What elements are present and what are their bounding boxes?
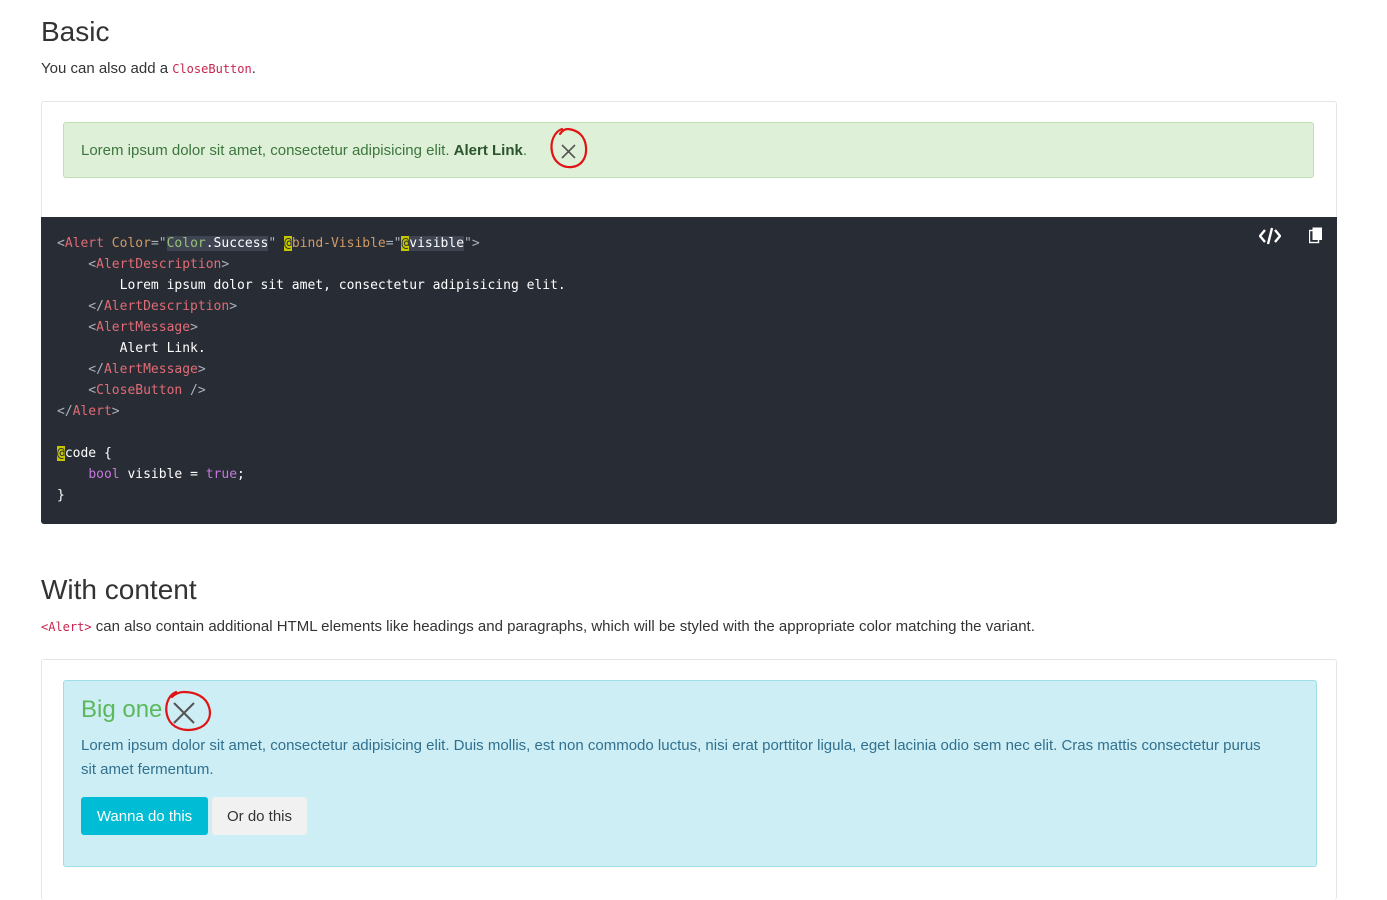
info-alert: Big one Lorem ipsum dolor sit amet, cons…	[63, 680, 1317, 867]
copy-icon[interactable]	[1309, 227, 1323, 244]
code-token: @	[57, 446, 65, 461]
code-token: </	[57, 404, 73, 419]
code-token: </	[57, 299, 104, 314]
alert-heading: Big one	[81, 696, 163, 723]
code-line: Alert Link.	[57, 338, 566, 359]
code-token: >	[229, 299, 238, 314]
code-token: Alert Link.	[57, 341, 206, 356]
wanna-do-this-button[interactable]: Wanna do this	[81, 797, 208, 835]
code-line: }	[57, 485, 566, 506]
code-token: Alert	[72, 404, 112, 419]
code-token: .Success	[205, 236, 269, 251]
code-token: @	[284, 236, 292, 251]
code-line: </AlertMessage>	[57, 359, 566, 380]
code-token: </	[57, 362, 104, 377]
section-description-basic: You can also add a CloseButton.	[41, 59, 256, 79]
example-preview-with-content: Big one Lorem ipsum dolor sit amet, cons…	[41, 659, 1337, 900]
code-token: AlertDescription	[103, 299, 230, 314]
code-line: bool visible = true;	[57, 464, 566, 485]
section-title-with-content: With content	[41, 574, 197, 605]
code-token: ="	[150, 236, 167, 251]
code-token: ;	[237, 467, 245, 482]
or-do-this-button[interactable]: Or do this	[212, 797, 307, 835]
code-token: >	[111, 404, 120, 419]
code-token: >	[190, 320, 198, 335]
alert-link-period: .	[522, 142, 528, 159]
code-token: <	[57, 236, 65, 251]
code-block-basic: <Alert Color="Color.Success" @bind-Visib…	[41, 217, 1337, 524]
code-token: />	[182, 383, 206, 398]
desc-prefix: You can also add a	[41, 60, 173, 77]
success-alert: Lorem ipsum dolor sit amet, consectetur …	[63, 122, 1314, 178]
code-token: bind-Visible	[291, 236, 386, 251]
code-token: ="	[385, 236, 402, 251]
code-token: <	[57, 257, 97, 272]
code-line: </Alert>	[57, 401, 566, 422]
code-line: <AlertMessage>	[57, 317, 566, 338]
code-line: </AlertDescription>	[57, 296, 566, 317]
alert-description: Lorem ipsum dolor sit amet, consectetur …	[81, 142, 454, 159]
code-token: Alert	[64, 236, 104, 251]
code-token: visible	[409, 236, 465, 251]
code-token: true	[205, 467, 238, 482]
code-token: AlertMessage	[96, 320, 191, 335]
code-token: <	[57, 320, 97, 335]
code-line: <CloseButton />	[57, 380, 566, 401]
section-title-basic: Basic	[41, 16, 110, 47]
alert-link[interactable]: Alert Link	[454, 142, 523, 159]
alert-message: Lorem ipsum dolor sit amet, consectetur …	[81, 142, 527, 159]
desc-text: can also contain additional HTML element…	[91, 618, 1035, 635]
code-token: code {	[64, 446, 112, 461]
code-line: <Alert Color="Color.Success" @bind-Visib…	[57, 233, 566, 254]
code-token: Color	[166, 236, 206, 251]
code-lines: <Alert Color="Color.Success" @bind-Visib…	[57, 233, 566, 506]
example-preview-basic: Lorem ipsum dolor sit amet, consectetur …	[41, 101, 1337, 219]
code-line: Lorem ipsum dolor sit amet, consectetur …	[57, 275, 566, 296]
code-token: visible =	[119, 467, 206, 482]
code-token: >	[197, 362, 206, 377]
code-line: <AlertDescription>	[57, 254, 566, 275]
code-token: AlertDescription	[96, 257, 222, 272]
code-token: AlertMessage	[103, 362, 198, 377]
code-token: <	[57, 383, 97, 398]
inline-code-closebutton: CloseButton	[172, 62, 252, 76]
code-token: >	[221, 257, 230, 272]
code-token: Color	[103, 236, 151, 251]
code-token: }	[57, 488, 65, 503]
inline-code-alert: <Alert>	[41, 620, 92, 634]
desc-suffix: .	[251, 60, 256, 77]
code-line: @code {	[57, 443, 566, 464]
close-icon[interactable]	[560, 143, 577, 160]
code-token: "	[268, 236, 285, 251]
code-icon[interactable]	[1259, 227, 1281, 245]
alert-paragraph: Lorem ipsum dolor sit amet, consectetur …	[81, 737, 1261, 778]
code-token: bool	[88, 467, 120, 482]
code-token: Lorem ipsum dolor sit amet, consectetur …	[57, 278, 566, 293]
close-icon[interactable]	[172, 701, 196, 725]
section-description-with-content: <Alert> can also contain additional HTML…	[41, 617, 1035, 637]
code-token: CloseButton	[96, 383, 183, 398]
code-token: ">	[464, 236, 480, 251]
